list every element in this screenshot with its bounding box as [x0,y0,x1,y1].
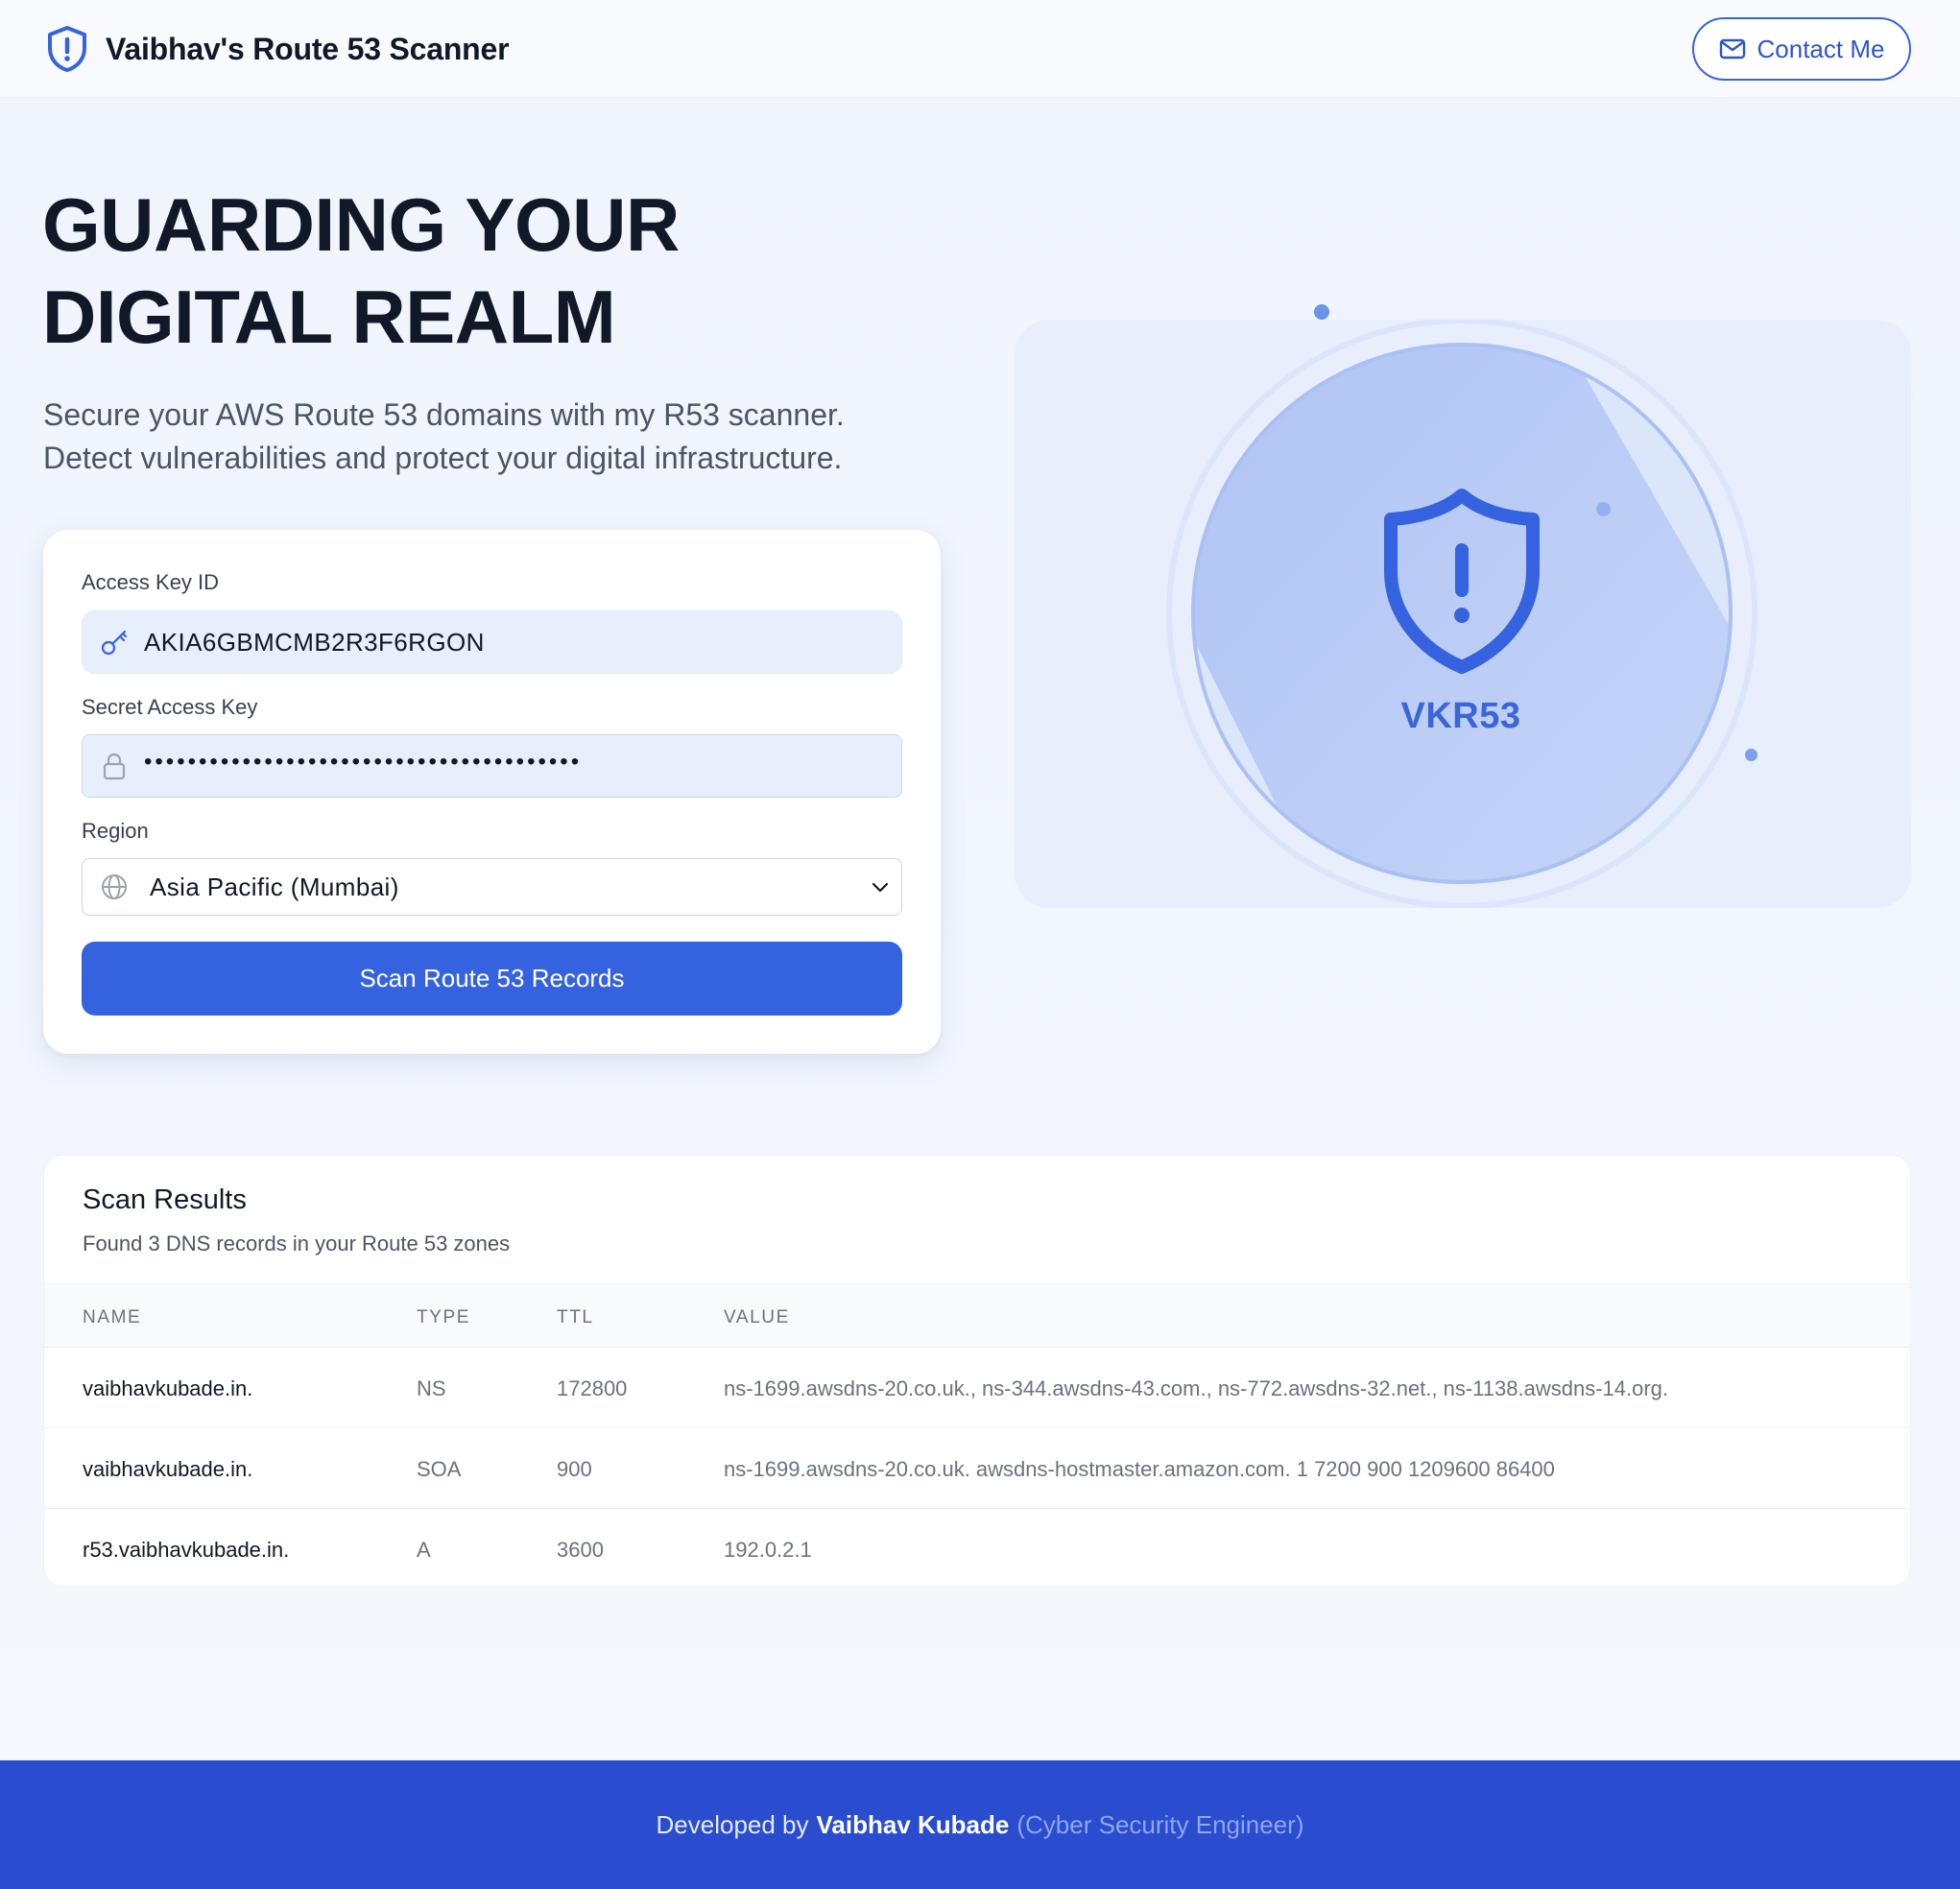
record-type: NS [417,1376,446,1400]
key-icon [101,630,128,656]
hero-subtitle-line-1: Secure your AWS Route 53 domains with my… [43,397,845,432]
secret-key-label: Secret Access Key [82,695,258,719]
brand[interactable]: Vaibhav's Route 53 Scanner [44,25,510,73]
results-summary: Found 3 DNS records in your Route 53 zon… [83,1231,511,1255]
footer-role: (Cyber Security Engineer) [1016,1809,1304,1839]
app-title: Vaibhav's Route 53 Scanner [106,31,510,66]
shield-badge-graphic [1166,320,1757,908]
record-type: A [417,1538,431,1562]
record-name: r53.vaibhavkubade.in. [83,1538,290,1562]
results-title: Scan Results [83,1184,247,1215]
record-ttl: 172800 [557,1376,628,1400]
record-value: ns-1699.awsdns-20.co.uk. awsdns-hostmast… [724,1457,1555,1481]
table-row: r53.vaibhavkubade.in. A 3600 192.0.2.1 [44,1509,1910,1586]
page-footer: Developed by Vaibhav Kubade (Cyber Secur… [0,1760,1960,1889]
mail-icon [1719,38,1745,60]
hero-title-line-1: GUARDING YOUR [42,182,680,267]
region-label: Region [82,819,149,843]
decor-dot [1314,304,1329,320]
region-select[interactable]: Asia Pacific (Mumbai) [82,858,902,916]
footer-prefix: Developed by [656,1809,809,1839]
record-name: vaibhavkubade.in. [83,1376,253,1400]
scan-button[interactable]: Scan Route 53 Records [82,942,902,1016]
record-name: vaibhavkubade.in. [83,1457,253,1481]
record-ttl: 3600 [557,1538,604,1562]
decor-dot [1745,749,1757,761]
record-value: 192.0.2.1 [724,1538,812,1562]
hero-title-line-2: DIGITAL REALM [42,275,616,359]
table-header: NAME TYPE TTL VALUE [44,1283,1910,1348]
scan-results-panel: Scan Results Found 3 DNS records in your… [43,1155,1911,1587]
hero-illustration [1015,320,1911,908]
record-type: SOA [417,1457,462,1481]
contact-me-label: Contact Me [1757,34,1885,63]
lock-icon [103,753,126,780]
secret-key-value: •••••••••••••••••••••••••••••••••••••••• [144,749,583,775]
column-header-ttl: TTL [557,1307,594,1327]
record-ttl: 900 [557,1457,592,1481]
table-row: vaibhavkubade.in. SOA 900 ns-1699.awsdns… [44,1428,1910,1509]
access-key-input[interactable]: AKIA6GBMCMB2R3F6RGON [82,610,902,674]
footer-author: Vaibhav Kubade [816,1809,1010,1839]
illustration-label: VKR53 [1400,696,1521,736]
column-header-name: NAME [83,1307,142,1327]
region-value: Asia Pacific (Mumbai) [150,872,399,901]
top-header: Vaibhav's Route 53 Scanner Contact Me [0,0,1960,98]
access-key-label: Access Key ID [82,570,220,594]
decor-dot [1596,502,1611,516]
chevron-down-icon [872,882,889,893]
record-value: ns-1699.awsdns-20.co.uk., ns-344.awsdns-… [724,1376,1669,1400]
hero-subtitle-line-2: Detect vulnerabilities and protect your … [43,441,843,475]
contact-me-button[interactable]: Contact Me [1692,17,1911,81]
hero-title: GUARDING YOUR DIGITAL REALM [42,179,906,363]
access-key-value: AKIA6GBMCMB2R3F6RGON [144,627,485,657]
column-header-value: VALUE [724,1307,790,1327]
column-header-type: TYPE [417,1307,471,1327]
credentials-form: Access Key ID AKIA6GBMCMB2R3F6RGON Secre… [43,530,941,1054]
hero-subtitle: Secure your AWS Route 53 domains with my… [43,394,965,480]
table-row: vaibhavkubade.in. NS 172800 ns-1699.awsd… [44,1348,1910,1428]
globe-icon [102,874,127,899]
secret-key-input[interactable]: •••••••••••••••••••••••••••••••••••••••• [82,734,902,798]
shield-alert-icon [48,26,86,72]
